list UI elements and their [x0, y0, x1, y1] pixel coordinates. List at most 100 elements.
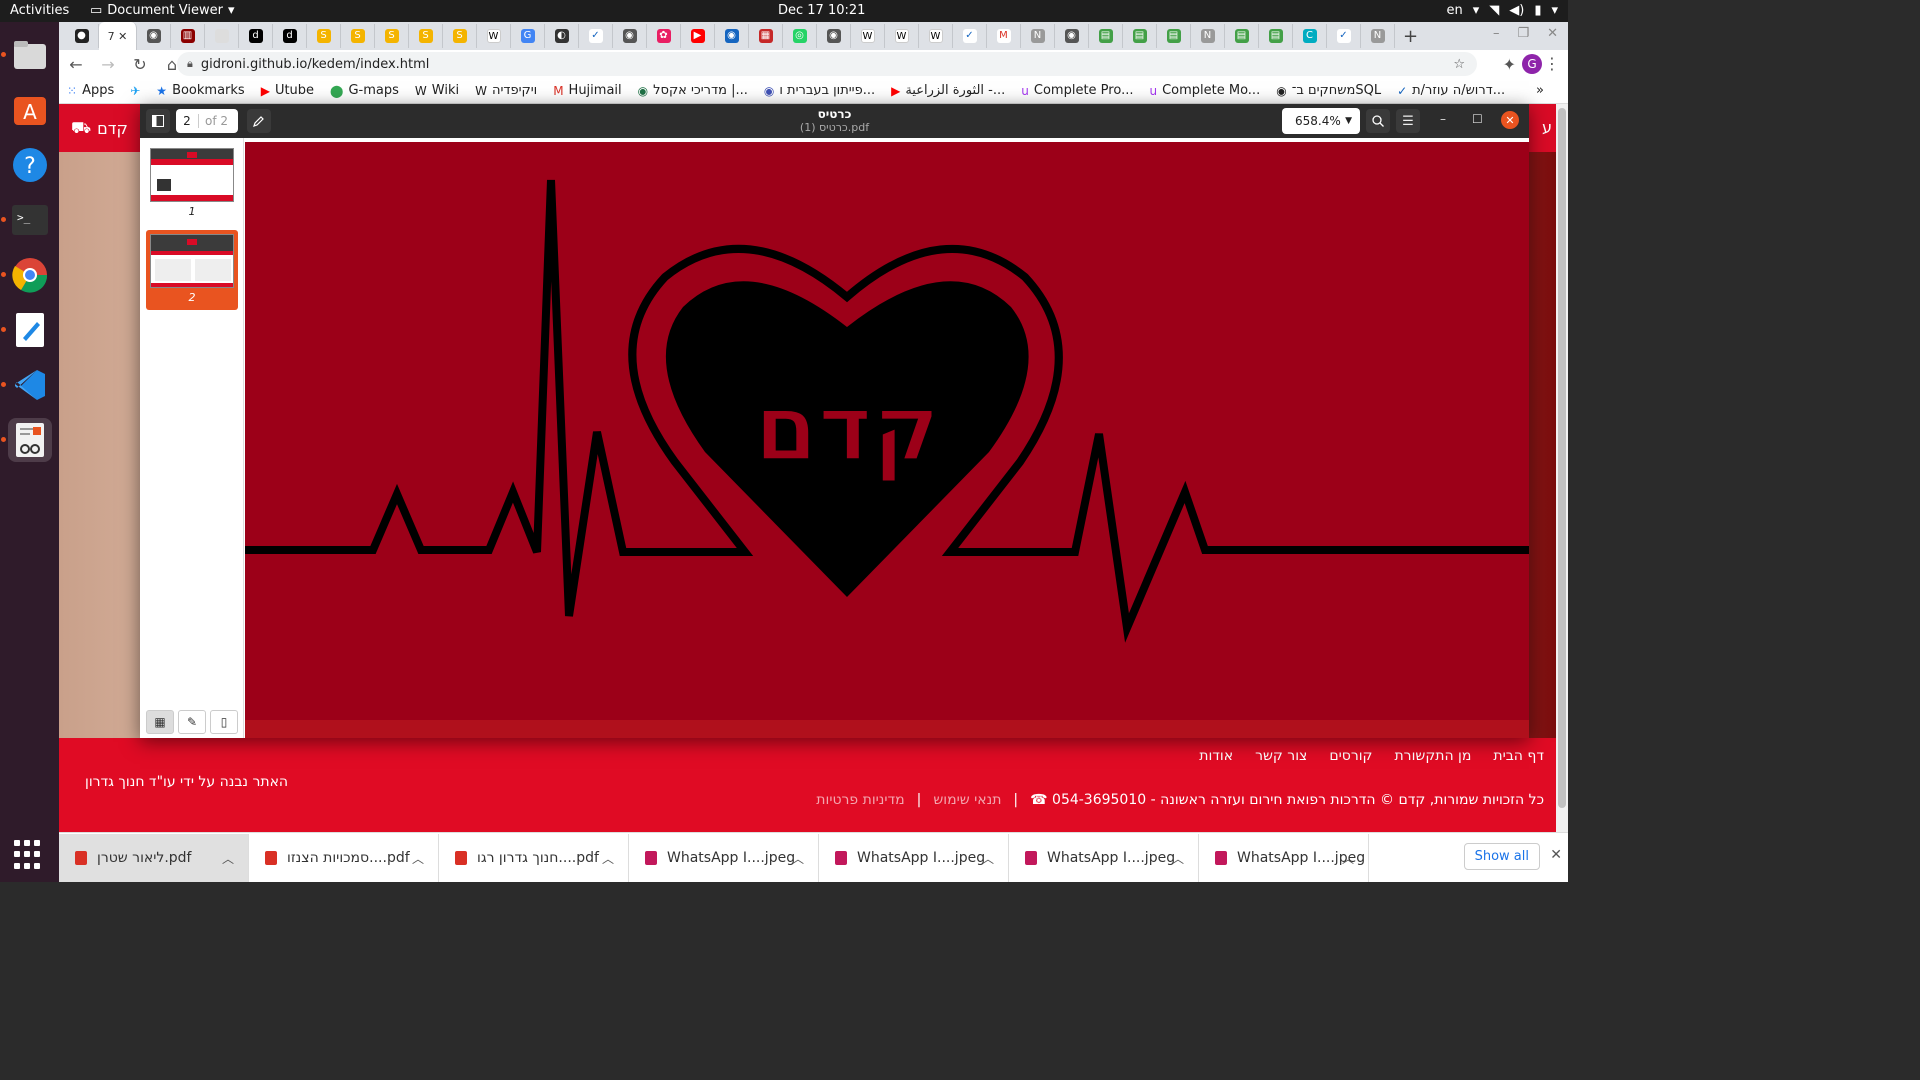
- tab[interactable]: ✓: [579, 24, 613, 48]
- download-item[interactable]: WhatsApp I....jpeg ︿: [629, 833, 819, 882]
- footer-terms-link[interactable]: תנאי שימוש: [933, 792, 1001, 808]
- menu-icon[interactable]: ⋮: [1544, 54, 1560, 73]
- bookmarks-overflow[interactable]: »: [1536, 83, 1544, 98]
- chevron-up-icon[interactable]: ︿: [1172, 850, 1184, 867]
- bookmark-apps[interactable]: ⁙ Apps: [67, 83, 114, 98]
- chevron-up-icon[interactable]: ︿: [1342, 850, 1354, 867]
- annotations-view-button[interactable]: ✎: [178, 710, 206, 734]
- bookmark-wikipedia-he[interactable]: W ויקיפדיה: [475, 83, 537, 98]
- tab[interactable]: N: [1191, 24, 1225, 48]
- bookmark-gmaps[interactable]: ⬤ G-maps: [330, 83, 399, 98]
- extensions-icon[interactable]: ✦: [1503, 55, 1516, 74]
- new-tab-button[interactable]: +: [1403, 26, 1418, 47]
- bookmark-complete-pro[interactable]: u Complete Pro...: [1021, 83, 1133, 98]
- tab[interactable]: S: [307, 24, 341, 48]
- chevron-up-icon[interactable]: ︿: [602, 850, 614, 867]
- tab[interactable]: ▤: [1089, 24, 1123, 48]
- footer-link-media[interactable]: מן התקשורת: [1394, 748, 1471, 764]
- software-launcher[interactable]: A: [8, 88, 52, 132]
- tab[interactable]: ◉: [137, 24, 171, 48]
- tab[interactable]: ▦: [749, 24, 783, 48]
- tab[interactable]: ◐: [545, 24, 579, 48]
- tab[interactable]: N: [1361, 24, 1395, 48]
- bookmark-excel[interactable]: ◉ מדריכי אקסל |...: [638, 83, 748, 98]
- tab[interactable]: G: [511, 24, 545, 48]
- minimize-button[interactable]: –: [1440, 112, 1446, 126]
- tab[interactable]: ◉: [715, 24, 749, 48]
- tab[interactable]: ◉: [613, 24, 647, 48]
- chevron-up-icon[interactable]: ︿: [412, 850, 424, 867]
- tab-active[interactable]: 7 ✕: [99, 22, 137, 50]
- footer-link-home[interactable]: דף הבית: [1493, 748, 1544, 764]
- reload-icon[interactable]: ↻: [131, 55, 149, 74]
- bookmarks-view-button[interactable]: ▯: [210, 710, 238, 734]
- language-indicator[interactable]: en: [1446, 3, 1462, 18]
- zoom-select[interactable]: 658.4% ▼: [1282, 108, 1360, 134]
- bookmark-sql-games[interactable]: ◉ משחקים ב־SQL: [1276, 83, 1381, 98]
- bookmark-assistant[interactable]: ✓ דרוש/ה עוזר/ת...: [1397, 83, 1505, 98]
- back-icon[interactable]: ←: [67, 55, 85, 74]
- tab[interactable]: W: [851, 24, 885, 48]
- tab[interactable]: ◉: [1055, 24, 1089, 48]
- help-launcher[interactable]: ?: [8, 143, 52, 187]
- bookmark-twitter[interactable]: ✈: [130, 84, 140, 98]
- show-applications-button[interactable]: [14, 840, 44, 870]
- forward-icon[interactable]: →: [99, 55, 117, 74]
- bookmark-hujimail[interactable]: M Hujimail: [553, 83, 621, 98]
- tab[interactable]: ▶: [681, 24, 715, 48]
- tab[interactable]: ▤: [1259, 24, 1293, 48]
- tab[interactable]: ◉: [817, 24, 851, 48]
- close-icon[interactable]: ✕: [1550, 847, 1562, 863]
- document-viewer-launcher[interactable]: [0, 418, 52, 462]
- chevron-up-icon[interactable]: ︿: [222, 850, 234, 867]
- tab[interactable]: ◎: [783, 24, 817, 48]
- search-button[interactable]: [1366, 109, 1390, 133]
- restore-icon[interactable]: ❐: [1517, 26, 1529, 41]
- tab[interactable]: C: [1293, 24, 1327, 48]
- tab[interactable]: N: [1021, 24, 1055, 48]
- chrome-launcher[interactable]: [0, 253, 52, 297]
- terminal-launcher[interactable]: >_: [0, 198, 52, 242]
- menu-button[interactable]: ☰: [1396, 109, 1420, 133]
- download-item[interactable]: סמכויות הצנזו....pdf ︿: [249, 833, 439, 882]
- activities-button[interactable]: Activities: [10, 3, 69, 18]
- site-brand[interactable]: ⛟ קדם: [71, 118, 128, 139]
- minimize-icon[interactable]: –: [1493, 26, 1500, 41]
- page-scrollbar[interactable]: [1556, 104, 1568, 832]
- tab[interactable]: ✿: [647, 24, 681, 48]
- tab[interactable]: ▥: [171, 24, 205, 48]
- profile-avatar[interactable]: G: [1522, 54, 1542, 74]
- bookmark-bookmarks[interactable]: ★ Bookmarks: [156, 83, 244, 98]
- bookmark-star-icon[interactable]: ☆: [1453, 57, 1465, 72]
- footer-link-about[interactable]: אודות: [1199, 748, 1233, 764]
- footer-privacy-link[interactable]: מדיניות פרטיות: [816, 792, 904, 808]
- download-item[interactable]: WhatsApp I....jpeg ︿: [819, 833, 1009, 882]
- tab[interactable]: d: [239, 24, 273, 48]
- page-thumbnail-selected[interactable]: 2: [146, 230, 238, 310]
- text-editor-launcher[interactable]: [0, 308, 52, 352]
- close-icon[interactable]: ✕: [118, 30, 127, 43]
- bookmark-utube[interactable]: ▶ Utube: [261, 83, 314, 98]
- thumbnails-view-button[interactable]: ▦: [146, 710, 174, 734]
- tab[interactable]: ✓: [1327, 24, 1361, 48]
- tab[interactable]: W: [919, 24, 953, 48]
- vscode-launcher[interactable]: [0, 363, 52, 407]
- maximize-button[interactable]: ☐: [1472, 112, 1483, 126]
- site-header-link[interactable]: ע: [1542, 118, 1552, 137]
- footer-link-contact[interactable]: צור קשר: [1255, 748, 1307, 764]
- bookmark-complete-mo[interactable]: u Complete Mo...: [1149, 83, 1260, 98]
- tab[interactable]: ▤: [1157, 24, 1191, 48]
- tab[interactable]: S: [375, 24, 409, 48]
- files-launcher[interactable]: [0, 33, 52, 77]
- app-menu[interactable]: ▭ Document Viewer ▾: [90, 3, 235, 18]
- close-icon[interactable]: ✕: [1547, 26, 1558, 41]
- tab[interactable]: ✓: [953, 24, 987, 48]
- tab[interactable]: W: [885, 24, 919, 48]
- bookmark-wiki[interactable]: W Wiki: [415, 83, 459, 98]
- tab[interactable]: W: [477, 24, 511, 48]
- tab-github[interactable]: ●: [65, 24, 99, 48]
- page-thumbnail[interactable]: 1: [146, 144, 238, 222]
- address-bar[interactable]: 🔒︎ gidroni.github.io/kedem/index.html ☆: [177, 52, 1477, 76]
- footer-link-courses[interactable]: קורסים: [1329, 748, 1372, 764]
- chevron-up-icon[interactable]: ︿: [982, 850, 994, 867]
